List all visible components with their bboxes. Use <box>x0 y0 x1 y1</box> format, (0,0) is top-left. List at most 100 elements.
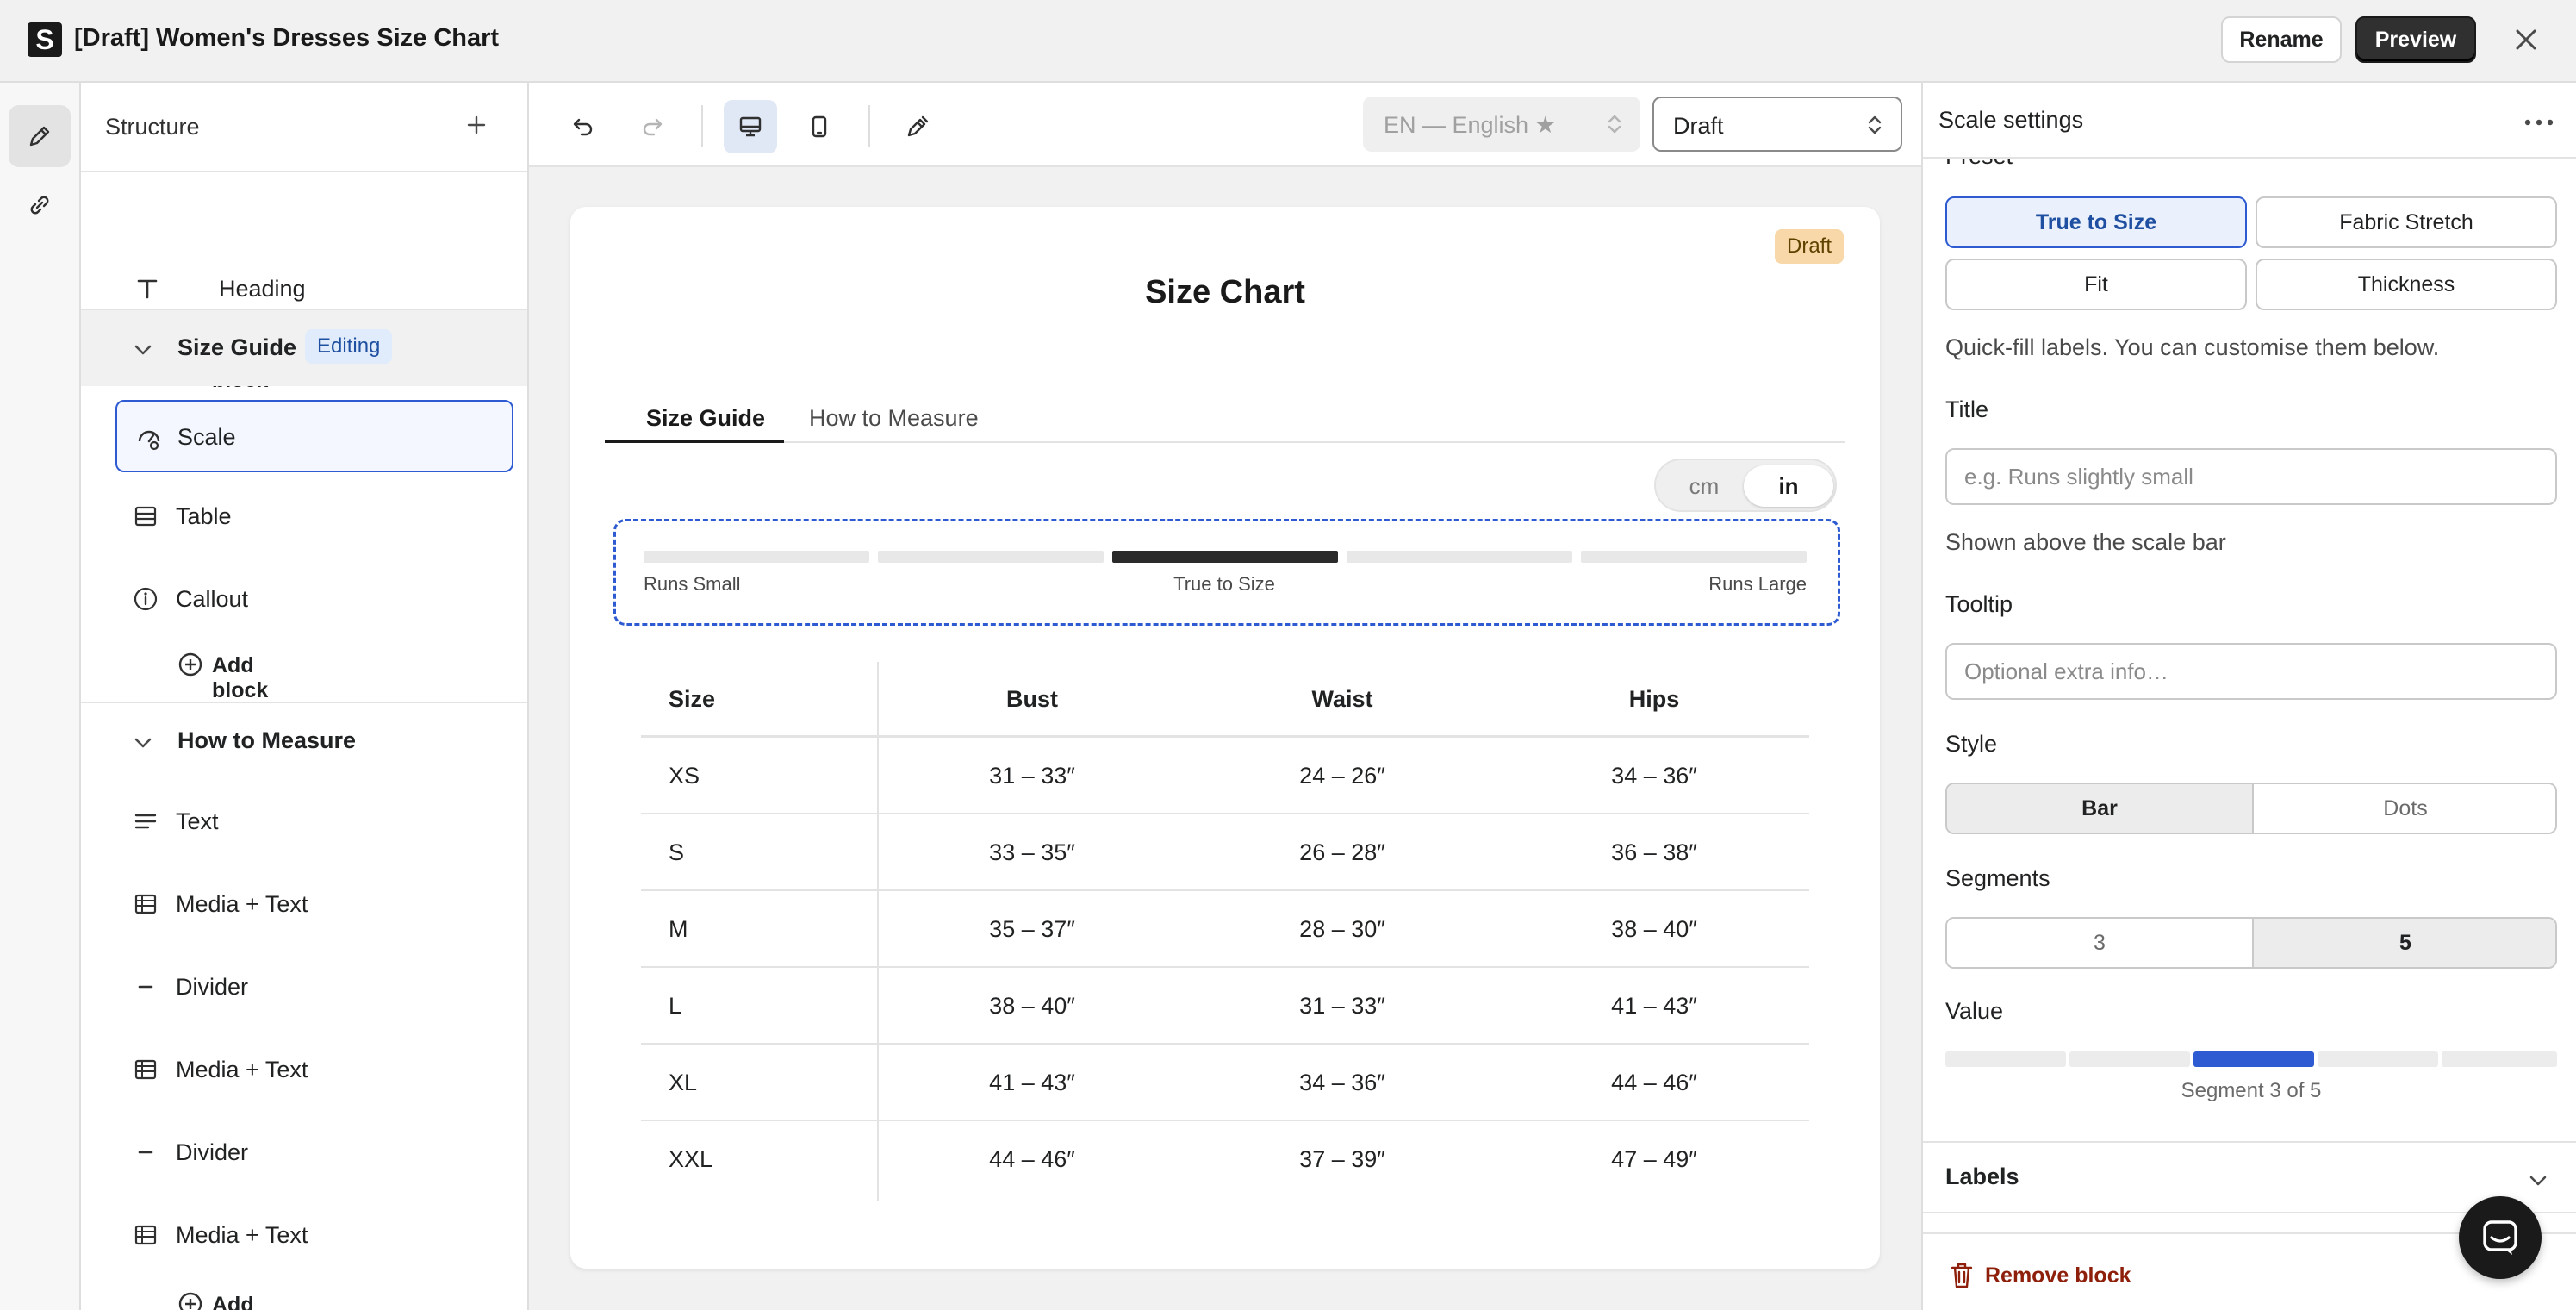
redo-button[interactable] <box>625 100 679 153</box>
chevron-updown-icon <box>1608 115 1621 134</box>
preview-button[interactable]: Preview <box>2355 16 2476 63</box>
scale-settings-panel: Preset True to Size Fabric Stretch Fit T… <box>1921 83 2576 1310</box>
table-cell: 44 – 46″ <box>989 1146 1075 1172</box>
table-cell: 44 – 46″ <box>1611 1070 1697 1095</box>
tree-item-text[interactable]: Text <box>81 788 527 857</box>
mobile-view-button[interactable] <box>793 100 846 153</box>
rename-button[interactable]: Rename <box>2221 16 2342 63</box>
text-align-icon <box>134 814 157 829</box>
value-segment[interactable] <box>2069 1051 2190 1067</box>
plus-circle-icon <box>178 1292 202 1310</box>
title-input[interactable]: e.g. Runs slightly small <box>1945 448 2557 505</box>
tree-item-media-text[interactable]: Media + Text <box>81 870 527 939</box>
tooltip-input[interactable]: Optional extra info… <box>1945 643 2557 700</box>
tree-item-label: Media + Text <box>176 891 308 917</box>
scale-label-center: True to Size <box>1173 573 1275 595</box>
remove-block-button[interactable]: Remove block <box>1949 1262 2131 1293</box>
chat-support-button[interactable] <box>2459 1196 2542 1279</box>
section-size-guide[interactable]: Size Guide Editing <box>81 310 527 386</box>
more-horizontal-icon[interactable] <box>2524 119 2554 126</box>
settings-scroll-area[interactable]: Preset True to Size Fabric Stretch Fit T… <box>1923 83 2576 1310</box>
unit-in[interactable]: in <box>1744 465 1833 507</box>
desktop-view-button[interactable] <box>724 100 777 153</box>
divider-icon <box>138 985 153 989</box>
tree-item-divider[interactable]: Divider <box>81 1119 527 1188</box>
tree-item-label: Table <box>176 503 232 529</box>
theme-style-button[interactable] <box>891 100 944 153</box>
table-cell: 35 – 37″ <box>989 916 1075 942</box>
scale-label-left: Runs Small <box>644 573 741 595</box>
tree-item-callout[interactable]: Callout <box>81 565 527 634</box>
media-text-icon <box>134 1225 157 1245</box>
fit-scale-block[interactable]: Runs Small True to Size Runs Large <box>613 519 1840 626</box>
segments-segmented-control: 3 5 <box>1945 917 2557 969</box>
table-cell: S <box>669 839 685 865</box>
table-cell: XS <box>669 763 700 789</box>
preview-canvas: EN — English ★ Draft Draft Size Chart Si… <box>529 83 1921 1310</box>
chevron-down-icon[interactable] <box>131 338 155 362</box>
title-field-label: Title <box>1945 396 1989 422</box>
tree-item-scale[interactable]: Scale <box>115 400 513 472</box>
value-segment[interactable] <box>1945 1051 2066 1067</box>
text-heading-icon <box>137 279 158 299</box>
preset-fabric-stretch-button[interactable]: Fabric Stretch <box>2256 196 2557 248</box>
size-chart-title: Size Chart <box>1145 274 1305 310</box>
chevron-updown-icon <box>1868 115 1882 134</box>
table-cell: 31 – 33″ <box>989 763 1075 789</box>
value-segment-selected[interactable] <box>2193 1051 2314 1067</box>
scale-segment <box>1581 551 1807 563</box>
link-mode-button[interactable] <box>9 174 71 236</box>
tab-size-guide[interactable]: Size Guide <box>646 405 765 432</box>
table-cell: 41 – 43″ <box>1611 993 1697 1019</box>
pencil-icon <box>29 126 50 147</box>
add-section-icon[interactable] <box>464 112 489 138</box>
close-icon[interactable] <box>2509 22 2543 57</box>
tab-how-to-measure[interactable]: How to Measure <box>809 405 979 432</box>
tree-item-label: Media + Text <box>176 1222 308 1248</box>
tree-item-media-text[interactable]: Media + Text <box>81 1036 527 1105</box>
document-title: [Draft] Women's Dresses Size Chart <box>74 24 500 52</box>
tree-item-media-text[interactable]: Media + Text <box>81 1201 527 1270</box>
language-select[interactable]: EN — English ★ <box>1363 97 1640 152</box>
edit-mode-button[interactable] <box>9 105 71 167</box>
style-field-label: Style <box>1945 731 1998 757</box>
segments-5-option[interactable]: 5 <box>2252 919 2555 967</box>
unit-cm[interactable]: cm <box>1659 465 1749 507</box>
value-segment[interactable] <box>2318 1051 2438 1067</box>
table-cell: 34 – 36″ <box>1611 763 1697 789</box>
media-text-icon <box>134 1059 157 1080</box>
value-segment[interactable] <box>2442 1051 2557 1067</box>
style-bar-option[interactable]: Bar <box>1947 784 2252 833</box>
tree-item-divider[interactable]: Divider <box>81 953 527 1022</box>
unit-toggle[interactable]: cm in <box>1654 458 1837 512</box>
preset-true-to-size-button[interactable]: True to Size <box>1945 196 2247 248</box>
chat-icon <box>2483 1220 2517 1255</box>
preset-thickness-button[interactable]: Thickness <box>2256 259 2557 310</box>
undo-button[interactable] <box>557 100 610 153</box>
status-select[interactable]: Draft <box>1652 97 1902 152</box>
language-value: EN — English ★ <box>1384 112 1556 138</box>
table-cell: 28 – 30″ <box>1299 916 1385 942</box>
preset-fit-button[interactable]: Fit <box>1945 259 2247 310</box>
section-how-to-measure[interactable]: How to Measure <box>81 703 527 779</box>
tree-item-table[interactable]: Table <box>81 483 527 552</box>
chevron-down-icon[interactable] <box>131 731 155 755</box>
size-chart-card: Draft Size Chart Size Guide How to Measu… <box>570 207 1880 1269</box>
settings-header: Scale settings <box>1923 83 2576 159</box>
table-cell: 36 – 38″ <box>1611 839 1697 865</box>
table-header-cell: Waist <box>1311 686 1373 712</box>
section-label: Size Guide <box>177 334 297 360</box>
settings-title: Scale settings <box>1938 107 2084 133</box>
style-dots-option[interactable]: Dots <box>2252 784 2555 833</box>
top-bar: S [Draft] Women's Dresses Size Chart Ren… <box>0 0 2576 83</box>
scale-gauge-icon <box>138 430 160 451</box>
chevron-down-icon <box>2529 1176 2547 1186</box>
table-cell: XL <box>669 1070 698 1095</box>
segments-field-label: Segments <box>1945 865 2050 891</box>
tree-item-label: Callout <box>176 586 249 612</box>
trash-icon <box>1951 1263 1973 1288</box>
table-cell: 31 – 33″ <box>1299 993 1385 1019</box>
segments-3-option[interactable]: 3 <box>1947 919 2252 967</box>
structure-panel: Structure Heading Add block Size Guide E… <box>81 83 529 1310</box>
tree-item-label: Text <box>176 808 219 834</box>
